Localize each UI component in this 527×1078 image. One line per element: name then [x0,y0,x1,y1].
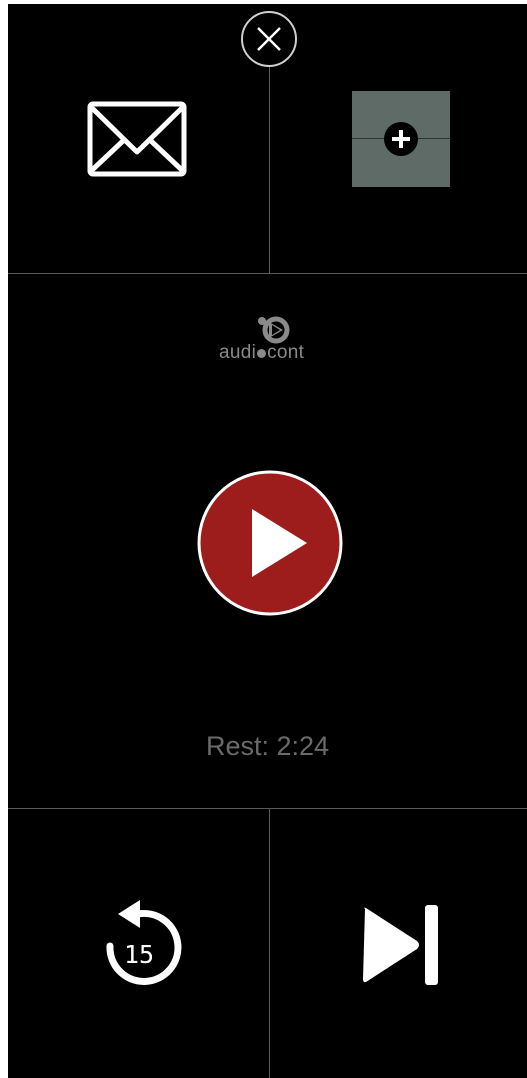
play-button[interactable] [196,469,344,617]
close-button[interactable] [240,10,298,68]
email-button[interactable] [80,94,190,184]
top-divider-horizontal [8,273,527,274]
bottom-divider-vertical [269,809,270,1078]
replay-15-icon: 15 [106,900,182,985]
envelope-icon [87,101,187,177]
player-widget: audi cont Rest: 2:24 15 [8,4,527,1078]
brand-name: audi cont [219,342,305,363]
play-icon [197,470,343,616]
close-icon [241,11,297,67]
replay-seconds-label: 15 [124,940,154,969]
remaining-time: Rest: 2:24 [205,731,330,761]
skip-next-icon [363,905,438,985]
bottom-divider-horizontal [8,808,527,809]
audiocont-logo: audi cont [219,314,329,374]
replay-15-button[interactable]: 15 [90,896,186,992]
top-divider-vertical [269,62,270,273]
skip-next-button[interactable] [359,903,443,987]
add-button[interactable] [352,91,450,187]
